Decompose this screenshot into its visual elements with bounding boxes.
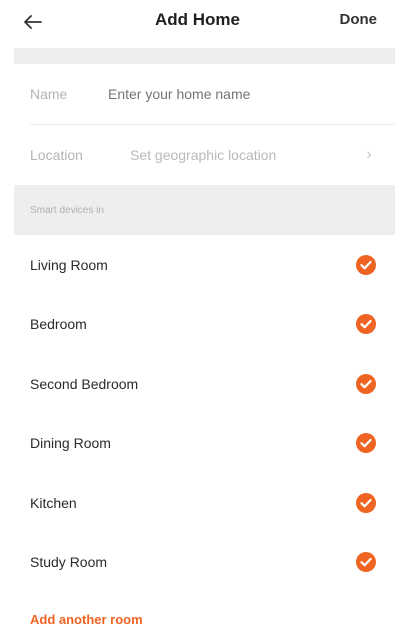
section-label: Smart devices in xyxy=(30,204,104,216)
section-header: Smart devices in xyxy=(14,185,395,235)
room-name: Dining Room xyxy=(30,435,111,452)
room-item[interactable]: Second Bedroom xyxy=(14,354,395,414)
location-value: Set geographic location xyxy=(130,147,277,163)
top-spacer xyxy=(14,48,395,64)
room-item[interactable]: Study Room xyxy=(14,533,395,593)
room-item[interactable]: Kitchen xyxy=(14,473,395,533)
name-row: Name xyxy=(14,64,395,124)
check-circle-icon[interactable] xyxy=(355,492,377,514)
add-room-button[interactable]: Add another room xyxy=(30,612,143,627)
page-title: Add Home xyxy=(155,10,240,29)
room-name: Kitchen xyxy=(30,494,77,511)
check-circle-icon[interactable] xyxy=(355,313,377,335)
room-item[interactable]: Dining Room xyxy=(14,414,395,474)
room-item[interactable]: Living Room xyxy=(14,235,395,295)
home-name-input[interactable] xyxy=(108,86,348,102)
room-list: Living Room Bedroom Second Bedroom Dining R… xyxy=(14,235,395,592)
room-item[interactable]: Bedroom xyxy=(14,295,395,355)
location-label: Location xyxy=(30,147,83,163)
done-button[interactable]: Done xyxy=(340,11,378,28)
check-circle-icon[interactable] xyxy=(355,254,377,276)
room-name: Living Room xyxy=(30,256,108,273)
check-circle-icon[interactable] xyxy=(355,551,377,573)
check-circle-icon[interactable] xyxy=(355,373,377,395)
check-circle-icon[interactable] xyxy=(355,432,377,454)
name-label: Name xyxy=(30,86,68,102)
room-name: Study Room xyxy=(30,554,108,571)
room-name: Bedroom xyxy=(30,316,87,333)
chevron-right-icon: › xyxy=(366,146,372,163)
app-header: Add Home Done xyxy=(0,0,395,44)
room-name: Second Bedroom xyxy=(30,375,139,392)
location-row[interactable]: Location Set geographic location › xyxy=(14,125,395,185)
